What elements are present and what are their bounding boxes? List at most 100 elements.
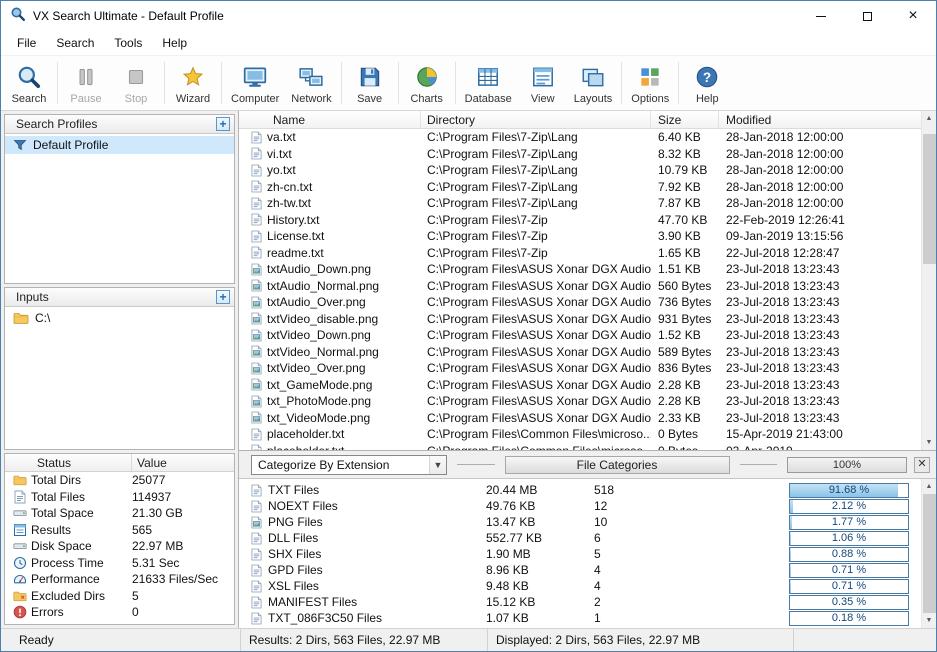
category-row[interactable]: NOEXT Files49.76 KB122.12 %: [239, 498, 921, 514]
scroll-up-icon[interactable]: ▲: [922, 111, 936, 126]
file-directory-cell: C:\Program Files\7-Zip: [421, 246, 651, 260]
profile-item[interactable]: Default Profile: [5, 136, 234, 154]
category-row[interactable]: TXT_086F3C50 Files1.07 KB10.18 %: [239, 610, 921, 626]
column-header-name[interactable]: Name: [239, 111, 421, 128]
category-row[interactable]: GPD Files8.96 KB40.71 %: [239, 562, 921, 578]
search-button[interactable]: Search: [4, 58, 54, 108]
help-icon: ?: [694, 64, 720, 90]
file-row[interactable]: txtAudio_Normal.pngC:\Program Files\ASUS…: [239, 278, 921, 295]
category-row[interactable]: PNG Files13.47 KB101.77 %: [239, 514, 921, 530]
file-directory-cell: C:\Program Files\ASUS Xonar DGX Audio...: [421, 411, 651, 425]
status-value: 21633 Files/Sec: [132, 572, 234, 586]
file-directory-cell: C:\Program Files\7-Zip: [421, 213, 651, 227]
file-row[interactable]: txtAudio_Down.pngC:\Program Files\ASUS X…: [239, 261, 921, 278]
file-row[interactable]: txtAudio_Over.pngC:\Program Files\ASUS X…: [239, 294, 921, 311]
file-row[interactable]: zh-cn.txtC:\Program Files\7-Zip\Lang7.92…: [239, 179, 921, 196]
value-column-header[interactable]: Value: [132, 456, 234, 470]
add-input-button[interactable]: +: [216, 290, 230, 304]
file-row[interactable]: txt_GameMode.pngC:\Program Files\ASUS Xo…: [239, 377, 921, 394]
categorize-dropdown-value: Categorize By Extension: [258, 458, 389, 472]
file-row[interactable]: va.txtC:\Program Files\7-Zip\Lang6.40 KB…: [239, 129, 921, 146]
database-button[interactable]: Database: [459, 58, 518, 108]
maximize-button[interactable]: [844, 1, 890, 31]
category-scrollbar[interactable]: ▲ ▼: [921, 479, 936, 628]
file-name-cell: History.txt: [239, 213, 421, 227]
file-row[interactable]: placeholder.txt C:\Program Files\Common F…: [239, 426, 921, 443]
file-doc-icon: [251, 197, 262, 210]
file-row[interactable]: License.txtC:\Program Files\7-Zip3.90 KB…: [239, 228, 921, 245]
input-item[interactable]: C:\: [5, 309, 234, 327]
file-doc-icon: [251, 246, 262, 259]
layouts-button[interactable]: Layouts: [568, 58, 619, 108]
file-scroll-thumb[interactable]: [923, 134, 936, 264]
close-categories-button[interactable]: ✕: [914, 457, 930, 473]
wizard-button[interactable]: Wizard: [168, 58, 218, 108]
category-row[interactable]: MANIFEST Files15.12 KB20.35 %: [239, 594, 921, 610]
network-button[interactable]: Network: [285, 58, 337, 108]
file-row[interactable]: zh-tw.txtC:\Program Files\7-Zip\Lang7.87…: [239, 195, 921, 212]
file-directory-cell: C:\Program Files\Common Files\microso...: [421, 427, 651, 441]
column-header-modified[interactable]: Modified: [719, 111, 921, 128]
file-name-cell: placeholder.txt: [239, 444, 421, 450]
file-scrollbar[interactable]: ▲ ▼: [921, 111, 936, 450]
status-column-header[interactable]: Status: [5, 454, 132, 471]
category-count-cell: 2: [594, 595, 684, 609]
view-button[interactable]: View: [518, 58, 568, 108]
file-row[interactable]: readme.txtC:\Program Files\7-Zip1.65 KB2…: [239, 245, 921, 262]
file-row[interactable]: placeholder.txtC:\Program Files\Common F…: [239, 443, 921, 451]
progress-label: 100%: [833, 459, 861, 471]
category-row[interactable]: DLL Files552.77 KB61.06 %: [239, 530, 921, 546]
category-scroll-thumb[interactable]: [923, 494, 936, 613]
input-item-label: C:\: [35, 311, 50, 325]
add-profile-button[interactable]: +: [216, 117, 230, 131]
menu-item-tools[interactable]: Tools: [104, 33, 152, 53]
category-scroll-track[interactable]: [922, 494, 936, 613]
file-categories-button[interactable]: File Categories: [505, 456, 730, 474]
close-button[interactable]: ×: [890, 1, 936, 31]
computer-button[interactable]: Computer: [225, 58, 285, 108]
category-row[interactable]: TXT Files20.44 MB51891.68 %: [239, 482, 921, 498]
minimize-button[interactable]: [798, 1, 844, 31]
help-button[interactable]: ?Help: [682, 58, 732, 108]
search-profiles-title: Search Profiles: [16, 117, 97, 131]
column-header-size[interactable]: Size: [651, 111, 719, 128]
menu-item-help[interactable]: Help: [152, 33, 197, 53]
menu-item-search[interactable]: Search: [46, 33, 104, 53]
category-row[interactable]: XSL Files9.48 KB40.71 %: [239, 578, 921, 594]
category-name: TXT Files: [268, 483, 319, 497]
file-row[interactable]: txtVideo_Normal.pngC:\Program Files\ASUS…: [239, 344, 921, 361]
file-row[interactable]: txt_VideoMode.pngC:\Program Files\ASUS X…: [239, 410, 921, 427]
chevron-down-icon[interactable]: ▼: [429, 456, 446, 474]
toolbar-button-label: Network: [291, 93, 331, 105]
scroll-down-icon[interactable]: ▼: [922, 435, 936, 450]
column-header-directory[interactable]: Directory: [421, 111, 651, 128]
file-row[interactable]: History.txtC:\Program Files\7-Zip47.70 K…: [239, 212, 921, 229]
category-row[interactable]: SHX Files1.90 MB50.88 %: [239, 546, 921, 562]
scroll-down-icon[interactable]: ▼: [922, 613, 936, 628]
charts-button[interactable]: Charts: [402, 58, 452, 108]
save-button[interactable]: Save: [345, 58, 395, 108]
excluded-folder-icon: [5, 589, 31, 603]
file-row[interactable]: vi.txtC:\Program Files\7-Zip\Lang8.32 KB…: [239, 146, 921, 163]
file-scroll-track[interactable]: [922, 126, 936, 435]
options-button[interactable]: Options: [625, 58, 675, 108]
file-table: NameDirectorySizeModified va.txtC:\Progr…: [239, 111, 921, 450]
file-row[interactable]: txtVideo_Over.pngC:\Program Files\ASUS X…: [239, 360, 921, 377]
category-percent-bar: 0.35 %: [789, 595, 909, 610]
file-name: placeholder.txt: [267, 427, 344, 441]
file-doc-icon: [251, 532, 262, 545]
status-value: 565: [132, 523, 234, 537]
scroll-up-icon[interactable]: ▲: [922, 479, 936, 494]
menu-bar: FileSearchToolsHelp: [1, 31, 936, 55]
percent-label: 2.12 %: [790, 500, 908, 513]
menu-item-file[interactable]: File: [7, 33, 46, 53]
file-row[interactable]: txtVideo_Down.pngC:\Program Files\ASUS X…: [239, 327, 921, 344]
file-row[interactable]: txt_PhotoMode.pngC:\Program Files\ASUS X…: [239, 393, 921, 410]
categorize-dropdown[interactable]: Categorize By Extension ▼: [251, 455, 447, 475]
file-name: txtAudio_Down.png: [267, 262, 371, 276]
category-size-cell: 13.47 KB: [486, 515, 594, 529]
file-size-cell: 931 Bytes: [651, 312, 719, 326]
file-img-icon: [251, 395, 262, 408]
file-row[interactable]: txtVideo_disable.pngC:\Program Files\ASU…: [239, 311, 921, 328]
file-row[interactable]: yo.txtC:\Program Files\7-Zip\Lang10.79 K…: [239, 162, 921, 179]
